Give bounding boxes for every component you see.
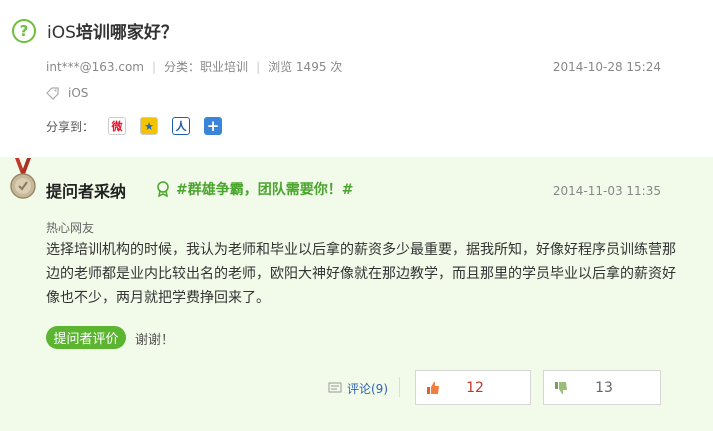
question-title: iOS培训哪家好？ <box>47 18 178 43</box>
question-meta: int***@163.com | 分类：职业培训 | 浏览 1495 次 201… <box>46 58 661 75</box>
meta-separator: | <box>256 59 261 74</box>
question-mark-icon: ? <box>12 18 36 43</box>
question-tag[interactable]: iOS <box>68 86 88 100</box>
answerer-name: 热心网友 <box>46 221 95 235</box>
renren-share-icon[interactable]: 人 <box>172 117 191 135</box>
downvote-button[interactable]: 13 <box>543 370 661 405</box>
accepted-label: 提问者采纳 <box>46 182 127 201</box>
comment-label: 评论(9) <box>347 382 388 396</box>
promo-slogan[interactable]: #群雄争霸，团队需要你！# <box>155 179 353 199</box>
downvote-count: 13 <box>595 379 613 396</box>
tag-row: iOS <box>46 86 88 100</box>
question-date: 2014-10-28 15:24 <box>552 59 661 74</box>
share-label: 分享到： <box>46 119 95 134</box>
question-category[interactable]: 分类：职业培训 <box>164 58 248 75</box>
upvote-count: 12 <box>466 379 484 396</box>
meta-separator: | <box>152 59 157 74</box>
asker-name[interactable]: int***@163.com <box>46 60 144 74</box>
question-title-prefix: iOS <box>47 23 76 43</box>
question-views: 浏览 1495 次 <box>268 60 343 74</box>
comment-link[interactable]: 评论(9) <box>328 380 388 397</box>
asker-evaluation-badge: 提问者评价 <box>46 326 126 349</box>
share-row: 分享到： 微 ★ 人 + <box>46 117 223 135</box>
answer-date: 2014-11-03 11:35 <box>552 184 661 198</box>
promo-slogan-text: #群雄争霸，团队需要你！# <box>176 182 354 198</box>
tag-icon <box>46 87 59 100</box>
upvote-button[interactable]: 12 <box>415 370 531 405</box>
more-share-icon[interactable]: + <box>204 117 223 135</box>
thumbs-up-icon <box>427 381 439 394</box>
answer-body: 选择培训机构的时候，我认为老师和毕业以后拿的薪资多少最重要，据我所知，好像好程序… <box>46 242 676 306</box>
award-icon <box>157 181 169 197</box>
qzone-share-icon[interactable]: ★ <box>140 117 159 135</box>
comment-icon <box>328 382 342 393</box>
medal-icon <box>10 158 36 199</box>
weibo-share-icon[interactable]: 微 <box>108 117 127 135</box>
divider <box>399 377 400 397</box>
question-title-rest: 培训哪家好？ <box>75 23 178 43</box>
asker-evaluation-text: 谢谢！ <box>135 333 175 348</box>
question-header: ? iOS培训哪家好？ <box>12 18 178 43</box>
thumbs-down-icon <box>555 381 567 394</box>
